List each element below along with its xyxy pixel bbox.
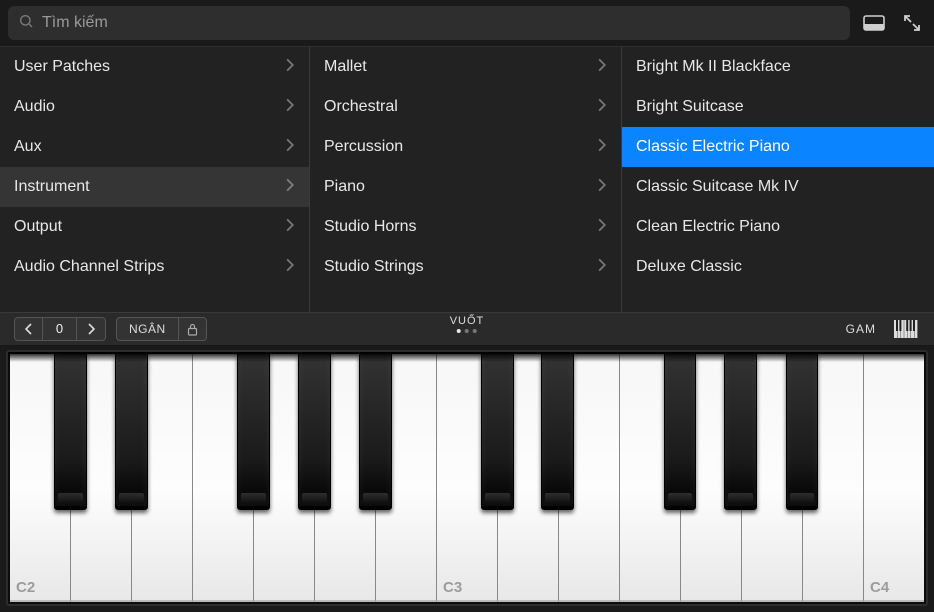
black-key[interactable] <box>786 354 819 510</box>
chevron-right-icon <box>598 258 607 277</box>
chevron-right-icon <box>598 58 607 77</box>
chevron-right-icon <box>286 178 295 197</box>
black-key[interactable] <box>54 354 87 510</box>
search-input[interactable] <box>42 14 840 32</box>
key-octave-label: C2 <box>16 579 35 596</box>
chevron-right-icon <box>598 218 607 237</box>
col2-item[interactable]: Percussion <box>310 127 621 167</box>
mode-label: VUỐT <box>450 315 485 327</box>
keyboard-layout-icon[interactable] <box>894 320 920 338</box>
octave-stepper: 0 <box>14 317 106 341</box>
row-label: Bright Suitcase <box>636 98 744 116</box>
black-key[interactable] <box>237 354 270 510</box>
row-label: Classic Electric Piano <box>636 138 790 156</box>
row-label: Deluxe Classic <box>636 258 742 276</box>
black-key[interactable] <box>298 354 331 510</box>
row-label: Audio Channel Strips <box>14 258 164 276</box>
search-icon <box>18 13 34 34</box>
col1-item[interactable]: Output <box>0 207 309 247</box>
row-label: Orchestral <box>324 98 398 116</box>
keyboard-top-shadow <box>8 352 926 362</box>
col3-item[interactable]: Bright Suitcase <box>622 87 934 127</box>
row-label: Classic Suitcase Mk IV <box>636 178 799 196</box>
scale-button[interactable]: GAM <box>846 322 876 336</box>
piano-keyboard[interactable]: C2 C3 C4 <box>6 350 928 606</box>
black-key[interactable] <box>359 354 392 510</box>
col3-item[interactable]: Clean Electric Piano <box>622 207 934 247</box>
col1-item[interactable]: User Patches <box>0 47 309 87</box>
col3-item[interactable]: Classic Suitcase Mk IV <box>622 167 934 207</box>
sustain-toggle[interactable]: NGÂN <box>116 317 207 341</box>
app-root: User Patches Audio Aux Instrument Output Audi… <box>0 0 934 612</box>
page-dots <box>450 329 485 333</box>
col1-item[interactable]: Audio <box>0 87 309 127</box>
keyboard-toolbar: 0 NGÂN VUỐT GAM <box>0 312 934 346</box>
row-label: Studio Horns <box>324 218 417 236</box>
chevron-right-icon <box>286 218 295 237</box>
glissando-mode[interactable]: VUỐT <box>450 315 485 333</box>
black-key[interactable] <box>541 354 574 510</box>
col1-item[interactable]: Aux <box>0 127 309 167</box>
compact-view-icon[interactable] <box>860 9 888 37</box>
row-label: Percussion <box>324 138 403 156</box>
top-bar <box>0 0 934 46</box>
octave-value: 0 <box>43 318 77 340</box>
fullscreen-icon[interactable] <box>898 9 926 37</box>
col3-item[interactable]: Classic Electric Piano <box>622 127 934 167</box>
chevron-right-icon <box>286 98 295 117</box>
browser-column-2: Mallet Orchestral Percussion Piano Studio Ho… <box>310 47 622 312</box>
row-label: Audio <box>14 98 55 116</box>
row-label: Output <box>14 218 62 236</box>
row-label: Clean Electric Piano <box>636 218 780 236</box>
row-label: Bright Mk II Blackface <box>636 58 791 76</box>
chevron-right-icon <box>286 138 295 157</box>
black-key[interactable] <box>664 354 697 510</box>
octave-up-button[interactable] <box>77 318 105 340</box>
col1-item[interactable]: Audio Channel Strips <box>0 247 309 287</box>
chevron-right-icon <box>286 258 295 277</box>
browser-column-3: Bright Mk II Blackface Bright Suitcase Cla… <box>622 47 934 312</box>
row-label: Studio Strings <box>324 258 424 276</box>
black-key[interactable] <box>115 354 148 510</box>
lock-icon <box>178 318 206 340</box>
black-key[interactable] <box>724 354 757 510</box>
col2-item[interactable]: Mallet <box>310 47 621 87</box>
col2-item[interactable]: Studio Strings <box>310 247 621 287</box>
chevron-right-icon <box>286 58 295 77</box>
col3-item[interactable]: Deluxe Classic <box>622 247 934 287</box>
library-browser: User Patches Audio Aux Instrument Output Audi… <box>0 46 934 312</box>
chevron-right-icon <box>598 178 607 197</box>
keyboard-area: C2 C3 C4 <box>0 346 934 612</box>
key-octave-label: C3 <box>443 579 462 596</box>
row-label: Mallet <box>324 58 367 76</box>
row-label: User Patches <box>14 58 110 76</box>
search-field-wrap[interactable] <box>8 6 850 40</box>
chevron-right-icon <box>598 138 607 157</box>
col1-item[interactable]: Instrument <box>0 167 309 207</box>
col2-item[interactable]: Studio Horns <box>310 207 621 247</box>
col2-item[interactable]: Orchestral <box>310 87 621 127</box>
black-key[interactable] <box>481 354 514 510</box>
sustain-label: NGÂN <box>117 322 178 336</box>
col2-item[interactable]: Piano <box>310 167 621 207</box>
key-octave-label: C4 <box>870 579 889 596</box>
browser-column-1: User Patches Audio Aux Instrument Output Audi… <box>0 47 310 312</box>
chevron-right-icon <box>598 98 607 117</box>
white-key[interactable]: C4 <box>864 354 924 602</box>
row-label: Aux <box>14 138 42 156</box>
row-label: Instrument <box>14 178 90 196</box>
col3-item[interactable]: Bright Mk II Blackface <box>622 47 934 87</box>
row-label: Piano <box>324 178 365 196</box>
octave-down-button[interactable] <box>15 318 43 340</box>
